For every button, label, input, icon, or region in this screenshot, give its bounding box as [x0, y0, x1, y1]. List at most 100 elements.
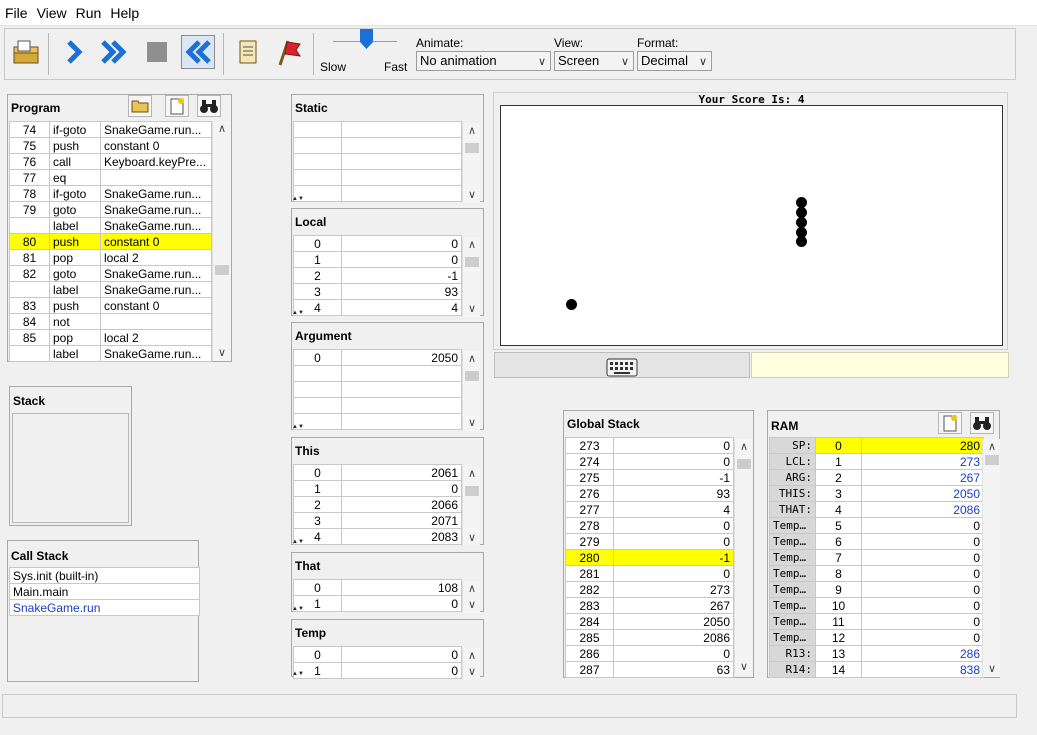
table-row[interactable]: [293, 365, 462, 382]
table-row[interactable]: 00: [293, 646, 462, 663]
table-row[interactable]: 3 2071: [293, 512, 462, 529]
table-row[interactable]: 279 0: [565, 533, 734, 550]
this-scrollbar[interactable]: ∧ ∨: [462, 466, 480, 546]
find-button[interactable]: [970, 412, 994, 434]
list-item[interactable]: SnakeGame.run: [9, 599, 200, 616]
speed-slider-thumb[interactable]: [360, 29, 373, 49]
new-file-button[interactable]: [938, 412, 962, 434]
table-row[interactable]: 3 93: [293, 283, 462, 300]
scroll-thumb[interactable]: [465, 371, 479, 381]
script-button[interactable]: [231, 35, 265, 69]
menu-view[interactable]: View: [37, 5, 67, 21]
program-row[interactable]: 83 push constant 0: [9, 297, 212, 314]
table-row[interactable]: 283 267: [565, 597, 734, 614]
table-row[interactable]: 275 -1: [565, 469, 734, 486]
table-row[interactable]: R13: 13 286: [769, 645, 984, 662]
table-row[interactable]: THIS: 3 2050: [769, 485, 984, 502]
program-row[interactable]: label SnakeGame.run...: [9, 217, 212, 234]
table-row[interactable]: ARG: 2 267: [769, 469, 984, 486]
table-row[interactable]: [293, 381, 462, 398]
local-scrollbar[interactable]: ∧ ∨: [462, 237, 480, 317]
table-row[interactable]: 10: [293, 662, 462, 679]
program-row[interactable]: 78 if-goto SnakeGame.run...: [9, 185, 212, 202]
table-row[interactable]: 2 -1: [293, 267, 462, 284]
scroll-up-icon[interactable]: ∧: [983, 439, 1001, 455]
breakpoints-button[interactable]: [271, 35, 305, 69]
table-row[interactable]: Temp6: 11 0: [769, 613, 984, 630]
splitter-handle[interactable]: ▲▼: [292, 310, 304, 316]
scroll-up-icon[interactable]: ∧: [463, 466, 481, 482]
table-row[interactable]: 0 2061: [293, 464, 462, 481]
scroll-down-icon[interactable]: ∨: [983, 661, 1001, 677]
argument-scrollbar[interactable]: ∧ ∨: [462, 351, 480, 431]
program-row[interactable]: 74 if-goto SnakeGame.run...: [9, 121, 212, 138]
list-item[interactable]: Sys.init (built-in): [9, 567, 200, 584]
ram-scrollbar[interactable]: ∧ ∨: [982, 439, 1000, 677]
keyboard-toggle[interactable]: [494, 352, 750, 378]
table-row[interactable]: Temp4: 9 0: [769, 581, 984, 598]
table-row[interactable]: 2 2066: [293, 496, 462, 513]
table-row[interactable]: 286 0: [565, 645, 734, 662]
table-row[interactable]: Temp5: 10 0: [769, 597, 984, 614]
scroll-thumb[interactable]: [465, 486, 479, 496]
table-row[interactable]: Temp2: 7 0: [769, 549, 984, 566]
splitter-handle[interactable]: ▲▼: [292, 424, 304, 430]
program-row[interactable]: 84 not: [9, 313, 212, 330]
menu-file[interactable]: File: [5, 5, 28, 21]
program-row[interactable]: 76 call Keyboard.keyPre...: [9, 153, 212, 170]
animate-select[interactable]: No animation ∨: [416, 51, 551, 71]
splitter-handle[interactable]: ▲▼: [292, 606, 304, 612]
table-row[interactable]: SP: 0 280: [769, 437, 984, 454]
global-stack-scrollbar[interactable]: ∧ ∨: [734, 439, 752, 675]
stop-button[interactable]: [140, 35, 174, 69]
table-row[interactable]: THAT: 4 2086: [769, 501, 984, 518]
scroll-down-icon[interactable]: ∨: [463, 530, 481, 546]
program-row[interactable]: 75 push constant 0: [9, 137, 212, 154]
table-row[interactable]: 44: [293, 299, 462, 316]
that-scrollbar[interactable]: ∧ ∨: [462, 581, 480, 613]
splitter-handle[interactable]: ▲▼: [292, 539, 304, 545]
scroll-up-icon[interactable]: ∧: [735, 439, 753, 455]
list-item[interactable]: Main.main: [9, 583, 200, 600]
table-row[interactable]: Temp3: 8 0: [769, 565, 984, 582]
table-row[interactable]: 282 273: [565, 581, 734, 598]
scroll-down-icon[interactable]: ∨: [463, 664, 481, 680]
program-row[interactable]: 82 goto SnakeGame.run...: [9, 265, 212, 282]
table-row[interactable]: 273 0: [565, 437, 734, 454]
table-row[interactable]: Temp0: 5 0: [769, 517, 984, 534]
table-row[interactable]: 0 2050: [293, 349, 462, 366]
table-row[interactable]: 276 93: [565, 485, 734, 502]
table-row[interactable]: 278 0: [565, 517, 734, 534]
run-button[interactable]: [97, 35, 131, 69]
program-row[interactable]: 81 pop local 2: [9, 249, 212, 266]
menu-help[interactable]: Help: [110, 5, 139, 21]
scroll-down-icon[interactable]: ∨: [213, 345, 231, 361]
reset-button[interactable]: [181, 35, 215, 69]
static-scrollbar[interactable]: ∧ ∨: [462, 123, 480, 203]
scroll-up-icon[interactable]: ∧: [463, 237, 481, 253]
scroll-thumb[interactable]: [985, 455, 999, 465]
table-row[interactable]: [293, 185, 462, 202]
table-row[interactable]: 10: [293, 595, 462, 612]
table-row[interactable]: Temp1: 6 0: [769, 533, 984, 550]
scroll-down-icon[interactable]: ∨: [463, 597, 481, 613]
scroll-up-icon[interactable]: ∧: [213, 121, 231, 137]
table-row[interactable]: 10: [293, 251, 462, 268]
menu-run[interactable]: Run: [76, 5, 102, 21]
table-row[interactable]: 00: [293, 235, 462, 252]
temp-scrollbar[interactable]: ∧ ∨: [462, 648, 480, 680]
scroll-thumb[interactable]: [737, 459, 751, 469]
table-row[interactable]: 277 4: [565, 501, 734, 518]
table-row[interactable]: 0 108: [293, 579, 462, 596]
table-row[interactable]: [293, 153, 462, 170]
table-row[interactable]: [293, 169, 462, 186]
table-row[interactable]: 10: [293, 480, 462, 497]
single-step-button[interactable]: [57, 35, 91, 69]
scroll-up-icon[interactable]: ∧: [463, 351, 481, 367]
scroll-thumb[interactable]: [465, 143, 479, 153]
open-file-button[interactable]: [128, 95, 152, 117]
table-row[interactable]: 281 0: [565, 565, 734, 582]
scroll-down-icon[interactable]: ∨: [463, 415, 481, 431]
scroll-up-icon[interactable]: ∧: [463, 123, 481, 139]
program-row[interactable]: label SnakeGame.run...: [9, 345, 212, 362]
